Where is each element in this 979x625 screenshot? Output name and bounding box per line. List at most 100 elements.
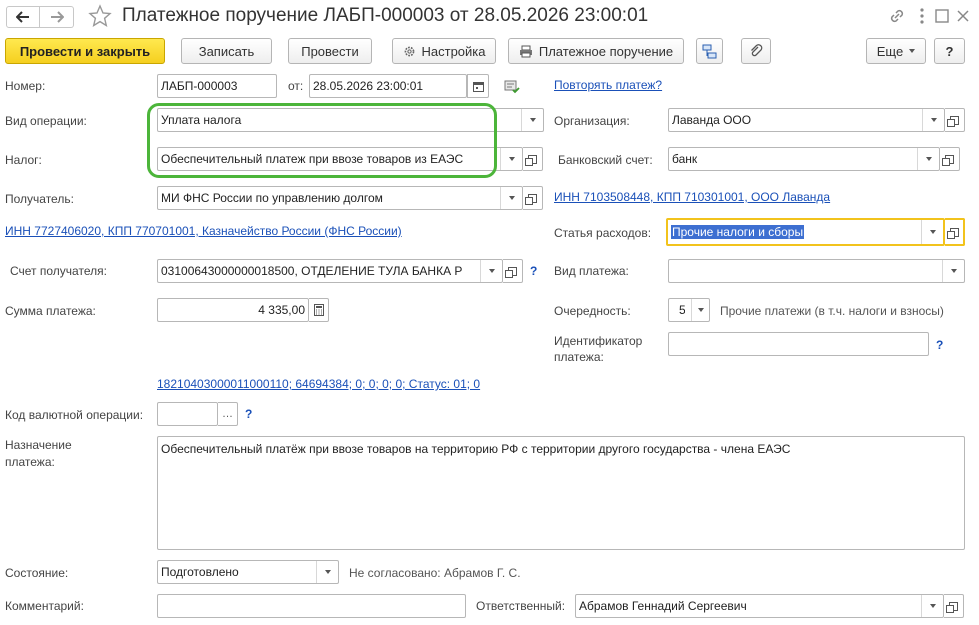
recipient-dropdown[interactable] [500, 187, 522, 209]
expense-item-dropdown[interactable] [921, 220, 943, 244]
recipient-account-dropdown[interactable] [480, 260, 502, 282]
expense-item-open-button[interactable] [945, 218, 965, 246]
back-button[interactable] [6, 6, 40, 28]
payment-type-label: Вид платежа: [554, 264, 629, 278]
help-button[interactable]: ? [934, 38, 965, 64]
close-icon[interactable] [955, 7, 971, 25]
calculator-icon [313, 304, 324, 316]
arrow-left-icon [16, 11, 29, 23]
recipient-field[interactable]: МИ ФНС России по управлению долгом [157, 186, 523, 210]
responsible-field[interactable]: Абрамов Геннадий Сергеевич [575, 594, 944, 618]
organization-dropdown[interactable] [922, 109, 944, 131]
kbk-link[interactable]: 18210403000011000110; 64694384; 0; 0; 0;… [157, 377, 480, 391]
responsible-label: Ответственный: [476, 599, 566, 613]
post-button[interactable]: Провести [288, 38, 372, 64]
save-button[interactable]: Записать [181, 38, 272, 64]
structure-button[interactable] [696, 38, 723, 64]
amount-field[interactable]: 4 335,00 [157, 298, 309, 322]
number-field[interactable]: ЛАБП-000003 [157, 74, 277, 98]
priority-field[interactable]: 5 [668, 298, 710, 322]
maximize-icon[interactable] [934, 7, 950, 25]
arrow-right-icon [50, 11, 64, 23]
expense-item-field[interactable]: Прочие налоги и сборы [666, 218, 945, 246]
chevron-down-icon [929, 230, 936, 234]
open-icon [946, 227, 959, 239]
post-and-close-label: Провести и закрыть [19, 43, 151, 59]
chevron-down-icon [909, 49, 916, 53]
identifier-help[interactable]: ? [936, 338, 943, 352]
status-label: Состояние: [5, 566, 69, 580]
priority-label: Очередность: [554, 304, 631, 318]
recipient-label: Получатель: [5, 192, 74, 206]
open-icon [946, 601, 958, 613]
post-and-close-button[interactable]: Провести и закрыть [5, 38, 165, 64]
calendar-icon [472, 81, 484, 92]
organization-label: Организация: [554, 114, 630, 128]
help-label: ? [945, 43, 954, 59]
comment-field[interactable] [157, 594, 466, 618]
priority-dropdown[interactable] [691, 299, 709, 321]
currency-code-field[interactable] [157, 402, 218, 426]
identifier-label-line1: Идентификатор [554, 334, 643, 348]
currency-code-select-button[interactable]: … [218, 402, 238, 426]
operation-field[interactable]: Уплата налога [157, 108, 544, 132]
chevron-down-icon [508, 196, 515, 200]
open-icon [525, 154, 537, 166]
payment-type-dropdown[interactable] [942, 260, 964, 282]
payment-type-field[interactable] [668, 259, 965, 283]
open-icon [942, 154, 954, 166]
status-field[interactable]: Подготовлено [157, 560, 339, 584]
operation-dropdown[interactable] [521, 109, 543, 131]
more-label: Еще [876, 43, 904, 59]
bank-account-field[interactable]: банк [668, 147, 940, 171]
recipient-open-button[interactable] [523, 186, 543, 210]
tax-open-button[interactable] [523, 147, 543, 171]
approval-text: Не согласовано: Абрамов Г. С. [349, 566, 521, 580]
organization-inn-link[interactable]: ИНН 7103508448, КПП 710301001, ООО Лаван… [554, 190, 830, 204]
repeat-payment-link[interactable]: Повторять платеж? [554, 78, 662, 92]
tax-dropdown[interactable] [500, 148, 522, 170]
date-field[interactable]: 28.05.2026 23:00:01 [309, 74, 467, 98]
amount-value: 4 335,00 [258, 303, 305, 317]
currency-code-help[interactable]: ? [245, 407, 252, 421]
favorite-star-icon[interactable] [88, 4, 112, 28]
settings-button[interactable]: Настройка [392, 38, 496, 64]
organization-open-button[interactable] [945, 108, 965, 132]
print-payment-order-button[interactable]: Платежное поручение [508, 38, 684, 64]
chevron-down-icon [324, 570, 331, 574]
number-value: ЛАБП-000003 [161, 79, 238, 93]
calculator-button[interactable] [309, 298, 329, 322]
responsible-open-button[interactable] [944, 594, 964, 618]
bank-account-dropdown[interactable] [917, 148, 939, 170]
title-bar: Платежное поручение ЛАБП-000003 от 28.05… [0, 0, 979, 34]
calendar-button[interactable] [467, 74, 489, 98]
organization-field[interactable]: Лаванда ООО [668, 108, 945, 132]
tax-field[interactable]: Обеспечительный платеж при ввозе товаров… [157, 147, 523, 171]
recipient-account-open-button[interactable] [503, 259, 523, 283]
paperclip-icon [751, 44, 763, 57]
forward-button[interactable] [40, 6, 74, 28]
recipient-account-help[interactable]: ? [530, 264, 537, 278]
recipient-account-label: Счет получателя: [10, 264, 107, 278]
more-button[interactable]: Еще [866, 38, 926, 64]
purpose-label-line1: Назначение [5, 438, 72, 452]
status-dropdown[interactable] [316, 561, 338, 583]
identifier-field[interactable] [668, 332, 929, 356]
window-title: Платежное поручение ЛАБП-000003 от 28.05… [122, 5, 649, 26]
chevron-down-icon [925, 157, 932, 161]
recipient-account-field[interactable]: 03100643000000018500, ОТДЕЛЕНИЕ ТУЛА БАН… [157, 259, 503, 283]
chevron-down-icon [697, 308, 704, 312]
save-label: Записать [198, 43, 255, 59]
chevron-down-icon [929, 604, 936, 608]
recipient-inn-link[interactable]: ИНН 7727406020, КПП 770701001, Казначейс… [5, 224, 402, 238]
purpose-textarea[interactable]: Обеспечительный платёж при ввозе товаров… [157, 436, 965, 550]
chevron-down-icon [488, 269, 495, 273]
open-icon [947, 115, 959, 127]
responsible-dropdown[interactable] [921, 595, 943, 617]
more-vertical-icon[interactable] [917, 7, 927, 25]
attachments-button[interactable] [741, 38, 771, 64]
tax-value: Обеспечительный платеж при ввозе товаров… [161, 152, 464, 166]
bank-account-open-button[interactable] [940, 147, 960, 171]
identifier-label-line2: платежа: [554, 350, 604, 364]
link-icon[interactable] [888, 7, 906, 25]
